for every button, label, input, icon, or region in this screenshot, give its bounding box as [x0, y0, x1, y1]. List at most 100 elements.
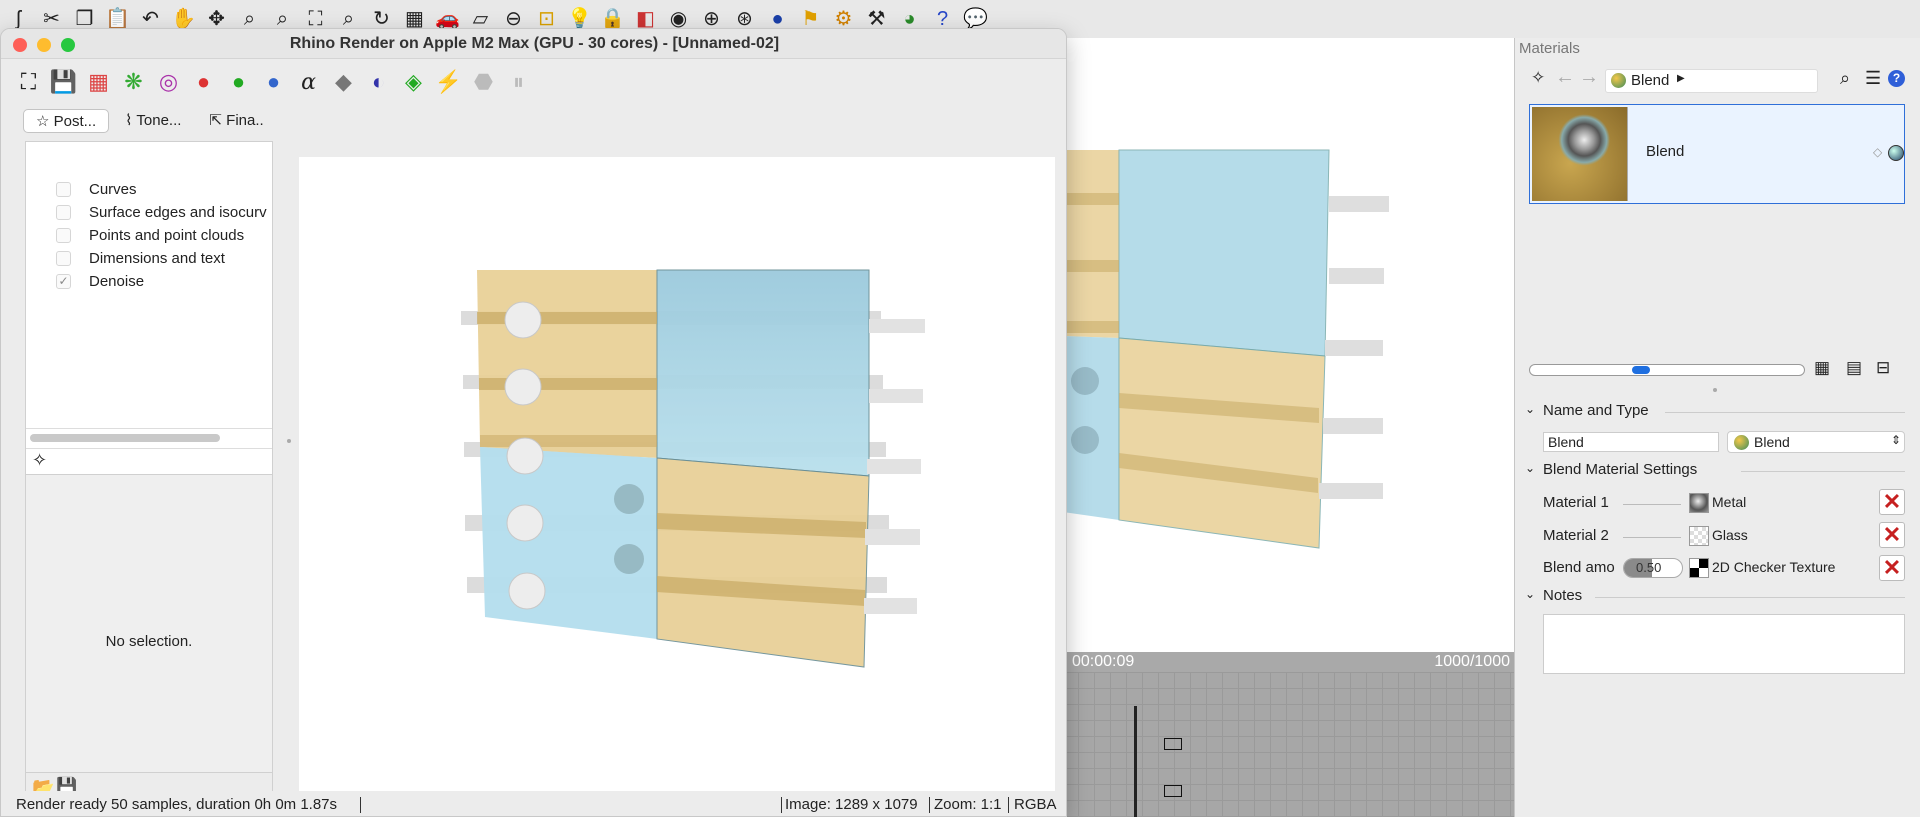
material-list-item[interactable]: Blend ◇ [1529, 104, 1905, 204]
save-icon[interactable]: 💾 [46, 66, 81, 98]
horizontal-scrollbar[interactable] [30, 434, 220, 442]
section-notes[interactable]: Notes [1543, 587, 1582, 604]
remove-material-2-button[interactable]: ✕ [1879, 522, 1905, 548]
back-arrow-icon[interactable]: ← [1555, 66, 1575, 89]
glass-swatch-icon[interactable] [1689, 526, 1709, 546]
checkbox[interactable] [56, 204, 71, 220]
option-label: Curves [89, 180, 137, 198]
green-channel-icon[interactable]: ● [221, 66, 256, 98]
connector-line [1623, 537, 1681, 538]
chevron-down-icon[interactable]: ⌄ [1525, 461, 1535, 475]
close-window-icon[interactable] [13, 38, 27, 52]
metal-swatch-icon[interactable] [1689, 493, 1709, 513]
pause-icon[interactable]: ⏸ [501, 66, 536, 98]
splitter-handle[interactable] [287, 439, 291, 443]
checkbox[interactable] [56, 181, 71, 197]
zoom-level: Zoom: 1:1 [934, 796, 1002, 813]
help-icon[interactable]: ? [1888, 70, 1905, 87]
slider-thumb[interactable] [1632, 366, 1650, 374]
blend-amount-label: Blend amo [1543, 559, 1615, 576]
option-points[interactable]: Points and point clouds [56, 224, 244, 246]
render-time: 00:00:09 [1072, 653, 1135, 670]
materials-panel: Materials ✧ ← → Blend ▶ ⌕ ☰ ? Blend ◇ ▦ … [1514, 38, 1920, 817]
material-name-input[interactable]: Blend [1543, 432, 1719, 452]
color-channel-icon[interactable]: ◎ [151, 66, 186, 98]
zoom-window-icon[interactable] [61, 38, 75, 52]
render-window-title: Rhino Render on Apple M2 Max (GPU - 30 c… [1, 29, 1066, 59]
render-clone-icon[interactable]: ⛶ [11, 66, 46, 98]
list-view-icon[interactable]: ▤ [1846, 358, 1862, 378]
minimize-window-icon[interactable] [37, 38, 51, 52]
tab-tone-mapping[interactable]: ⌇ Tone... [113, 109, 193, 133]
notes-textarea[interactable] [1543, 614, 1905, 674]
remove-material-1-button[interactable]: ✕ [1879, 489, 1905, 515]
tree-view-icon[interactable]: ⊟ [1876, 358, 1890, 378]
material-2-label: Material 2 [1543, 527, 1609, 544]
color-sphere-icon[interactable]: ◐ [361, 66, 396, 98]
material-type-select[interactable]: Blend ⇕ [1727, 431, 1905, 453]
grid-object[interactable] [1164, 738, 1182, 750]
channels-icon[interactable]: ▦ [81, 66, 116, 98]
option-label: Denoise [89, 272, 145, 290]
checkbox[interactable] [56, 227, 71, 243]
option-curves[interactable]: Curves [56, 178, 137, 200]
material-type-value: Blend [1754, 434, 1790, 450]
alpha-icon[interactable]: α [291, 66, 326, 98]
render-progress: 1000/1000 [1434, 653, 1510, 670]
forward-arrow-icon[interactable]: → [1579, 66, 1599, 89]
divider [781, 797, 782, 813]
image-size: Image: 1289 x 1079 [785, 796, 918, 813]
grid-axis-line [1134, 706, 1137, 817]
add-material-icon[interactable]: ✧ [1531, 68, 1545, 88]
section-name-and-type[interactable]: Name and Type [1543, 402, 1649, 419]
material-thumbnail [1532, 107, 1628, 201]
grid-object[interactable] [1164, 785, 1182, 797]
red-channel-icon[interactable]: ● [186, 66, 221, 98]
material-2-value[interactable]: Glass [1712, 527, 1748, 543]
section-blend-settings[interactable]: Blend Material Settings [1543, 461, 1697, 478]
blend-amount-input[interactable]: 0.50 [1623, 558, 1683, 578]
divider [360, 797, 361, 813]
tag-icon: ◇ [1873, 145, 1883, 159]
add-effect-icon[interactable]: ✧ [32, 450, 47, 471]
splitter-handle[interactable] [1713, 388, 1717, 392]
render-status-message: Render ready 50 samples, duration 0h 0m … [16, 796, 338, 813]
cube-gray-icon[interactable]: ◆ [326, 66, 361, 98]
blend-material-icon [1611, 73, 1626, 88]
rgb-icon[interactable]: ❋ [116, 66, 151, 98]
viewport-status-bar: 00:00:09 1000/1000 [1062, 652, 1514, 672]
menu-icon[interactable]: ☰ [1865, 68, 1881, 89]
chevron-down-icon[interactable]: ⌄ [1525, 402, 1535, 416]
checker-swatch-icon[interactable] [1689, 558, 1709, 578]
material-name: Blend [1646, 143, 1685, 160]
remove-blend-texture-button[interactable]: ✕ [1879, 555, 1905, 581]
option-dimensions[interactable]: Dimensions and text [56, 247, 225, 269]
checkbox[interactable] [56, 250, 71, 266]
option-surface-edges[interactable]: Surface edges and isocurv [56, 201, 267, 223]
top-viewport-grid[interactable] [1062, 672, 1514, 817]
rendered-scene [461, 269, 925, 668]
render-window: Rhino Render on Apple M2 Max (GPU - 30 c… [0, 28, 1067, 817]
divider [1665, 412, 1905, 413]
magic-wand-icon[interactable]: ⚡ [431, 66, 466, 98]
render-canvas[interactable] [299, 157, 1055, 791]
option-label: Surface edges and isocurv [89, 203, 267, 221]
blend-texture-value[interactable]: 2D Checker Texture [1712, 559, 1835, 575]
viewport-scene [1063, 149, 1389, 549]
material-1-value[interactable]: Metal [1712, 494, 1746, 510]
panel-title: Materials [1519, 40, 1580, 57]
render-toolbar: ⛶ 💾 ▦ ❋ ◎ ● ● ● α ◆ ◐ ◈ ⚡ ⬣ ⏸ [11, 65, 536, 99]
tab-post-effects[interactable]: ☆ Post... [23, 109, 110, 133]
tab-final[interactable]: ⇱ Fina.. [197, 109, 275, 133]
color-cube-icon[interactable]: ◈ [396, 66, 431, 98]
stop-icon[interactable]: ⬣ [466, 66, 501, 98]
blend-material-icon [1734, 435, 1749, 450]
perspective-viewport[interactable] [1062, 38, 1514, 654]
search-icon[interactable]: ⌕ [1840, 68, 1850, 89]
thumbnail-size-slider[interactable] [1529, 364, 1805, 376]
option-denoise[interactable]: ✓ Denoise [56, 270, 144, 292]
grid-view-icon[interactable]: ▦ [1814, 358, 1830, 378]
blue-channel-icon[interactable]: ● [256, 66, 291, 98]
chevron-down-icon[interactable]: ⌄ [1525, 587, 1535, 601]
checkbox-checked[interactable]: ✓ [56, 273, 71, 289]
